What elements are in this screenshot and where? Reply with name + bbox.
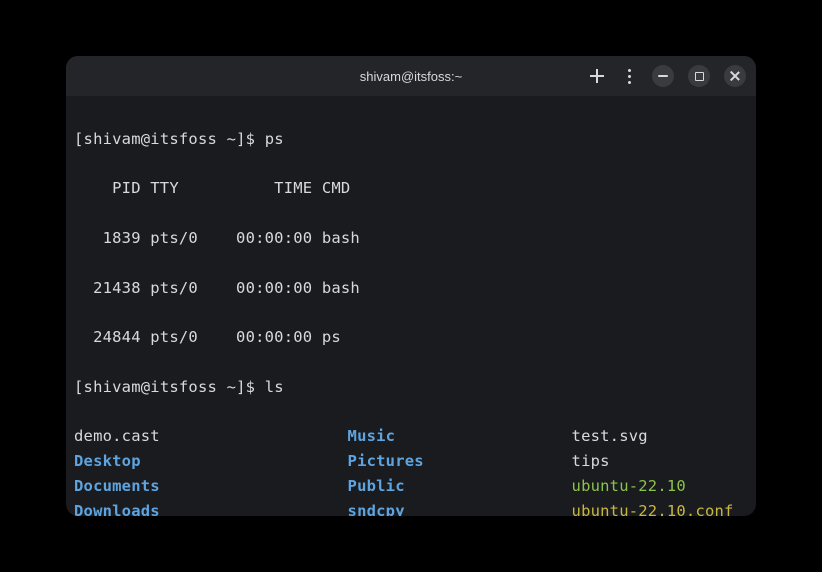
ls-column: test.svg tips ubuntu-22.10 ubuntu-22.10.…	[562, 424, 734, 516]
close-icon	[729, 70, 741, 82]
titlebar-controls	[588, 65, 746, 87]
ls-item: Pictures	[338, 449, 562, 474]
prompt-path: ~]$	[217, 378, 265, 396]
ps-row: 21438 pts/0 00:00:00 bash	[74, 276, 748, 301]
new-tab-button[interactable]	[588, 65, 606, 87]
terminal-body[interactable]: [shivam@itsfoss ~]$ ps PID TTY TIME CMD …	[66, 96, 756, 516]
prompt-user: shivam	[84, 130, 141, 148]
command-ls: ls	[265, 378, 284, 396]
prompt-sep: @	[141, 378, 151, 396]
ls-item: test.svg	[562, 424, 734, 449]
ls-column: demo.cast Desktop Documents Downloads fe…	[74, 424, 338, 516]
ls-item: demo.cast	[74, 424, 338, 449]
prompt-line: [shivam@itsfoss ~]$ ps	[74, 127, 748, 152]
ls-item: Downloads	[74, 499, 338, 516]
prompt-line: [shivam@itsfoss ~]$ ls	[74, 375, 748, 400]
prompt-host: itsfoss	[150, 378, 217, 396]
ls-output: demo.cast Desktop Documents Downloads fe…	[74, 424, 748, 516]
ls-item: Public	[338, 474, 562, 499]
ls-item: ubuntu-22.10	[562, 474, 734, 499]
prompt-path: ~]$	[217, 130, 265, 148]
terminal-window: shivam@itsfoss:~ [shivam@itsfoss ~]$ ps …	[66, 56, 756, 516]
prompt-sep: @	[141, 130, 151, 148]
kebab-icon	[628, 69, 631, 84]
ps-header: PID TTY TIME CMD	[74, 176, 748, 201]
ls-item: Desktop	[74, 449, 338, 474]
maximize-button[interactable]	[688, 65, 710, 87]
plus-icon	[590, 69, 604, 83]
window-title: shivam@itsfoss:~	[360, 69, 462, 84]
ps-row: 1839 pts/0 00:00:00 bash	[74, 226, 748, 251]
ls-item: Music	[338, 424, 562, 449]
minimize-button[interactable]	[652, 65, 674, 87]
ps-row: 24844 pts/0 00:00:00 ps	[74, 325, 748, 350]
ls-item: Documents	[74, 474, 338, 499]
close-button[interactable]	[724, 65, 746, 87]
prompt: [shivam@itsfoss ~]$	[74, 130, 265, 148]
prompt-host: itsfoss	[150, 130, 217, 148]
titlebar: shivam@itsfoss:~	[66, 56, 756, 96]
ls-item: ubuntu-22.10.conf	[562, 499, 734, 516]
ls-column: Music Pictures Public sndcpy svg-create-…	[338, 424, 562, 516]
maximize-icon	[695, 72, 704, 81]
prompt: [shivam@itsfoss ~]$	[74, 378, 265, 396]
ls-item: sndcpy	[338, 499, 562, 516]
command-ps: ps	[265, 130, 284, 148]
ls-item: tips	[562, 449, 734, 474]
prompt-bracket-open: [	[74, 378, 84, 396]
minimize-icon	[658, 75, 668, 77]
prompt-bracket-open: [	[74, 130, 84, 148]
prompt-user: shivam	[84, 378, 141, 396]
menu-button[interactable]	[620, 65, 638, 87]
